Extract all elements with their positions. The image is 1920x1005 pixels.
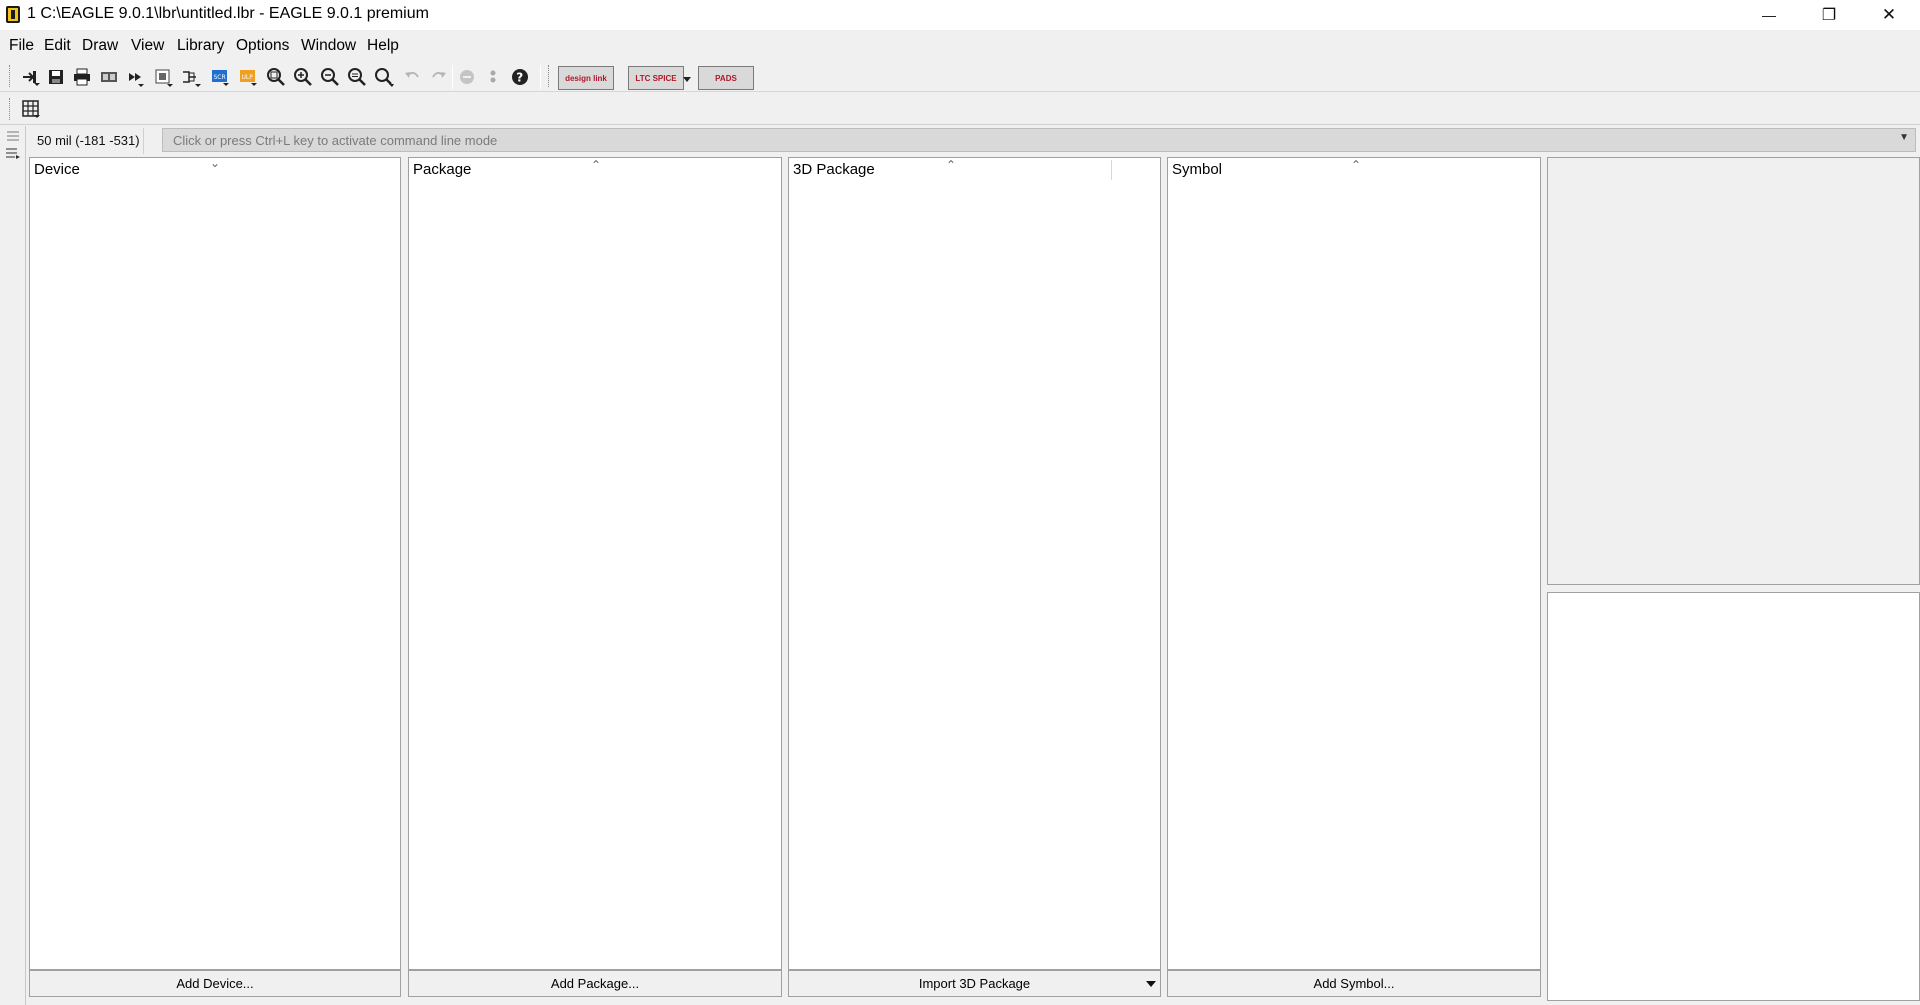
print-icon[interactable] xyxy=(72,67,92,87)
package-column-header[interactable]: Package xyxy=(413,161,471,178)
coordinate-display: 50 mil (-181 -531) xyxy=(30,128,144,154)
command-line-input[interactable]: Click or press Ctrl+L key to activate co… xyxy=(162,128,1916,152)
symbol-preview-pane[interactable] xyxy=(1547,592,1920,1001)
toolbar-grip[interactable] xyxy=(9,98,11,120)
package-preview-pane[interactable] xyxy=(1547,157,1920,585)
main-toolbar: SCR ULP ? design link LTC SPICE PADS xyxy=(0,60,1920,92)
schematic-icon[interactable] xyxy=(181,67,201,87)
add-symbol-label: Add Symbol... xyxy=(1313,976,1395,991)
ltspice-label: LTC SPICE xyxy=(635,73,677,83)
open-icon[interactable] xyxy=(20,67,40,87)
restore-button[interactable]: ❐ xyxy=(1800,0,1858,30)
save-icon[interactable] xyxy=(46,67,66,87)
add-package-button[interactable]: Add Package... xyxy=(408,970,782,997)
eagle-app-icon xyxy=(6,6,20,23)
zoom-in-icon[interactable] xyxy=(293,67,313,87)
add-package-label: Add Package... xyxy=(550,976,640,991)
sort-descending-icon[interactable]: ⌄ xyxy=(210,156,220,170)
zoom-fit-icon[interactable] xyxy=(266,67,286,87)
svg-text:SCR: SCR xyxy=(214,74,226,81)
window-title: 1 C:\EAGLE 9.0.1\lbr\untitled.lbr - EAGL… xyxy=(27,5,429,22)
pads-label: PADS xyxy=(715,73,737,83)
column-divider[interactable] xyxy=(1111,160,1112,180)
import-3d-package-button[interactable]: Import 3D Package xyxy=(788,970,1161,997)
zoom-area-icon[interactable] xyxy=(374,67,394,87)
go-icon[interactable] xyxy=(483,67,503,87)
chevron-down-icon[interactable]: ▼ xyxy=(1899,132,1909,143)
minimize-button[interactable]: — xyxy=(1740,0,1798,30)
toolbar-separator xyxy=(452,65,453,89)
ltspice-button[interactable]: LTC SPICE xyxy=(628,66,684,90)
panel-menu-icon[interactable] xyxy=(6,130,20,142)
sort-ascending-icon[interactable]: ⌃ xyxy=(946,158,956,172)
command-line-placeholder: Click or press Ctrl+L key to activate co… xyxy=(173,133,498,148)
minimize-icon: — xyxy=(1762,7,1776,23)
close-icon: ✕ xyxy=(1881,5,1897,24)
sort-ascending-icon[interactable]: ⌃ xyxy=(591,158,601,172)
menu-draw[interactable]: Draw xyxy=(82,37,118,55)
help-icon[interactable]: ? xyxy=(510,67,530,87)
board-icon[interactable] xyxy=(153,67,173,87)
package-list-panel[interactable]: Package ⌃ xyxy=(408,157,782,970)
title-bar: 1 C:\EAGLE 9.0.1\lbr\untitled.lbr - EAGL… xyxy=(0,0,1920,30)
svg-text:?: ? xyxy=(516,71,523,85)
svg-text:ULP: ULP xyxy=(242,74,254,81)
device-column-header[interactable]: Device xyxy=(34,161,80,178)
secondary-toolbar xyxy=(0,93,1920,125)
scr-script-icon[interactable]: SCR xyxy=(210,67,230,87)
pads-button[interactable]: PADS xyxy=(698,66,754,90)
run-script-icon[interactable] xyxy=(126,67,146,87)
layer-settings-icon[interactable] xyxy=(5,146,21,160)
grid-icon[interactable] xyxy=(21,99,41,119)
ulp-icon[interactable]: ULP xyxy=(238,67,258,87)
cam-processor-icon[interactable] xyxy=(99,67,119,87)
menu-library[interactable]: Library xyxy=(177,37,224,55)
menu-file[interactable]: File xyxy=(9,37,34,55)
menu-view[interactable]: View xyxy=(131,37,164,55)
add-device-label: Add Device... xyxy=(176,976,254,991)
ltspice-dropdown-icon[interactable] xyxy=(682,76,692,84)
left-tool-strip xyxy=(0,126,26,1005)
restore-icon: ❐ xyxy=(1821,7,1837,24)
menu-help[interactable]: Help xyxy=(367,37,399,55)
toolbar-grip[interactable] xyxy=(548,65,550,87)
zoom-out-icon[interactable] xyxy=(320,67,340,87)
zoom-select-icon[interactable] xyxy=(347,67,367,87)
toolbar-separator xyxy=(540,65,541,89)
package3d-list-panel[interactable]: 3D Package ⌃ xyxy=(788,157,1161,970)
menu-options[interactable]: Options xyxy=(236,37,289,55)
package3d-column-header[interactable]: 3D Package xyxy=(793,161,875,178)
toolbar-grip[interactable] xyxy=(9,65,11,87)
symbol-list-panel[interactable]: Symbol ⌃ xyxy=(1167,157,1541,970)
menu-bar: File Edit Draw View Library Options Wind… xyxy=(0,30,1920,60)
designlink-button[interactable]: design link xyxy=(558,66,614,90)
menu-window[interactable]: Window xyxy=(301,37,356,55)
add-device-button[interactable]: Add Device... xyxy=(29,970,401,997)
designlink-label: design link xyxy=(565,73,607,83)
close-button[interactable]: ✕ xyxy=(1860,0,1918,30)
menu-edit[interactable]: Edit xyxy=(44,37,71,55)
undo-icon[interactable] xyxy=(402,67,422,87)
import-3d-package-label: Import 3D Package xyxy=(918,976,1031,991)
sort-ascending-icon[interactable]: ⌃ xyxy=(1351,158,1361,172)
redo-icon[interactable] xyxy=(429,67,449,87)
symbol-column-header[interactable]: Symbol xyxy=(1172,161,1222,178)
stop-icon[interactable] xyxy=(457,67,477,87)
device-list-panel[interactable]: Device ⌄ xyxy=(29,156,401,970)
dropdown-arrow-icon[interactable] xyxy=(1146,981,1156,987)
add-symbol-button[interactable]: Add Symbol... xyxy=(1167,970,1541,997)
